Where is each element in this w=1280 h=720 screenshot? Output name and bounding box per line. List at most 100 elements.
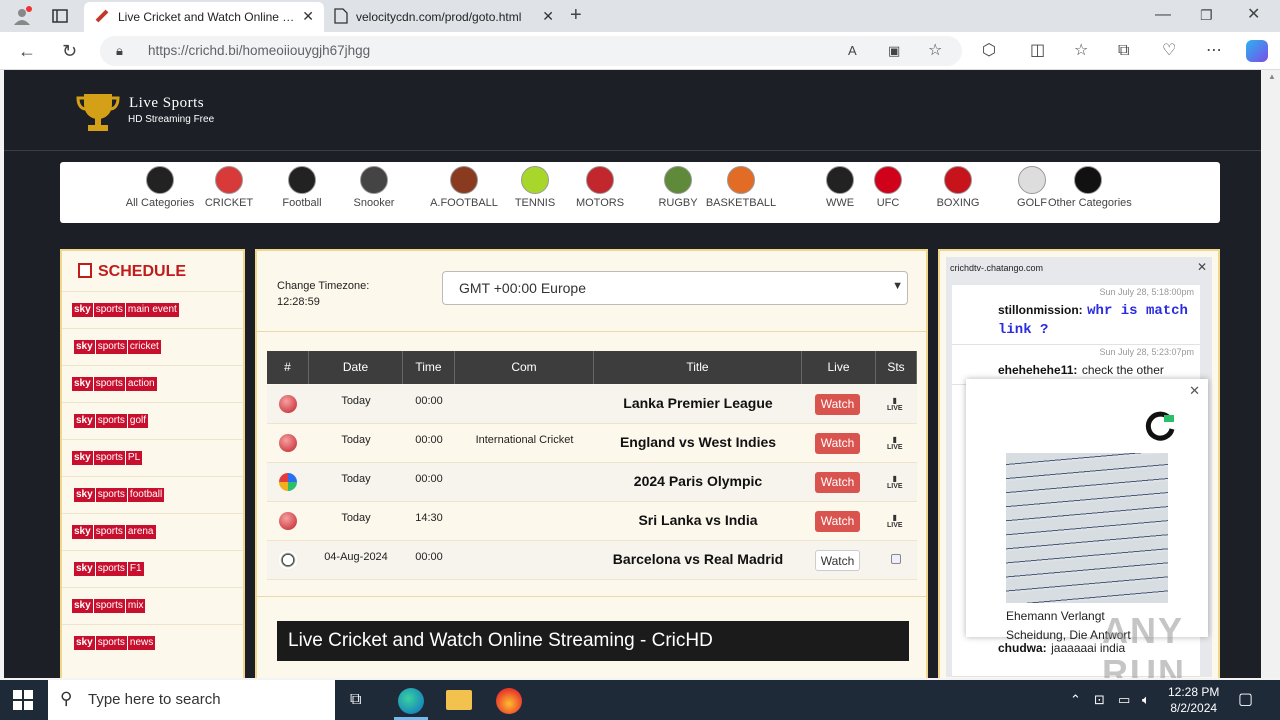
scroll-up-icon[interactable]: ▲ [1268,72,1276,82]
page-icon [334,7,348,27]
message-author[interactable]: ehehehehe11: [998,363,1077,377]
category-all-categories[interactable]: All Categories [120,166,200,209]
category-football[interactable]: Football [262,166,342,209]
date-cell: Today [341,434,371,446]
channel-item[interactable]: sky sports cricket [62,328,243,365]
category-a-football[interactable]: A.FOOTBALL [424,166,504,209]
minimize-icon[interactable]: — [1155,5,1171,25]
live-badge: LIVE [887,483,903,490]
close-window-icon[interactable]: ✕ [1247,5,1260,25]
file-explorer-icon[interactable] [446,690,472,710]
channel-item[interactable]: sky sports arena [62,513,243,550]
tab-velocitycdn[interactable]: velocitycdn.com/prod/goto.html ✕ [326,2,562,32]
close-tab-icon[interactable]: ✕ [302,8,314,25]
category-basketball[interactable]: BASKETBALL [701,166,781,209]
sky-sports-logo: sky sports cricket [74,340,161,354]
ad-caption[interactable]: Ehemann Verlangt [1006,609,1105,623]
taskbar-clock[interactable]: 12:28 PM 8/2/2024 [1168,684,1219,716]
immersive-reader-icon[interactable]: ▣ [888,41,900,61]
copilot-icon[interactable] [1246,40,1268,62]
restore-icon[interactable]: ❐ [1200,5,1213,25]
close-ad-icon[interactable]: ✕ [1189,383,1200,399]
message-author[interactable]: stillonmission: [998,303,1083,317]
channel-item[interactable]: sky sports PL [62,439,243,476]
wifi-icon[interactable]: ▭ [1118,690,1130,710]
channel-item[interactable]: sky sports news [62,624,243,661]
chat-message[interactable]: Sun July 28, 5:18:00pm stillonmission: wh… [952,285,1200,345]
message-author[interactable]: chudwa: [998,641,1047,655]
watch-button[interactable]: Watch [815,433,860,454]
notifications-icon[interactable]: ▢ [1238,690,1253,710]
close-icon[interactable]: ✕ [1197,260,1207,274]
refresh-icon[interactable]: ↻ [62,41,77,61]
cricket-bat-icon [94,8,110,27]
channel-item[interactable]: sky sports F1 [62,550,243,587]
edge-browser-icon[interactable] [398,688,424,714]
ufc-icon [874,166,902,194]
category-ufc[interactable]: UFC [848,166,928,209]
watch-button[interactable]: Watch [815,394,860,415]
golf-ball-icon [1018,166,1046,194]
volume-icon[interactable]: 🔈︎ [1142,690,1150,710]
timezone-select[interactable]: GMT +00:00 Europe ▼ [442,271,908,305]
category-snooker[interactable]: Snooker [334,166,414,209]
category-motors[interactable]: MOTORS [560,166,640,209]
firefox-icon[interactable] [496,688,522,714]
watch-button[interactable]: Watch [815,550,860,571]
category-cricket[interactable]: CRICKET [189,166,269,209]
channel-item[interactable]: sky sports golf [62,402,243,439]
tab-title: velocitycdn.com/prod/goto.html [356,10,522,24]
channel-item[interactable]: sky sports mix [62,587,243,624]
live-badge: LIVE [887,522,903,529]
close-tab-icon[interactable]: ✕ [542,8,554,25]
competition-cell: International Cricket [475,434,574,446]
ad-popup[interactable]: ✕ Ehemann Verlangt Scheidung, Die Antwor… [966,379,1208,642]
network-icon[interactable]: ⊡ [1094,690,1105,710]
split-screen-icon[interactable]: ◫ [1030,41,1045,61]
windows-start-icon[interactable] [13,690,33,716]
settings-more-icon[interactable]: ⋯ [1206,41,1222,61]
channel-item[interactable]: sky sports main event [62,291,243,328]
collections-icon[interactable]: ⧉ [1118,41,1129,61]
watch-button[interactable]: Watch [815,472,860,493]
table-row[interactable]: 04-Aug-2024 00:00 Barcelona vs Real Madrid… [267,541,917,580]
category-label: UFC [876,197,900,209]
tennis-ball-icon [521,166,549,194]
channel-item[interactable]: sky sports football [62,476,243,513]
category-other-categories[interactable]: Other Categories [1048,166,1132,209]
tab-actions-icon[interactable] [50,6,70,32]
favorite-star-icon[interactable]: ☆ [928,41,942,61]
table-row[interactable]: Today 00:00 2024 Paris Olympic Watch ▮ LIVE [267,463,917,502]
lock-icon[interactable]: 🔒︎ [116,41,123,61]
profile-icon[interactable] [12,6,32,32]
watch-button[interactable]: Watch [815,511,860,532]
new-tab-icon[interactable]: + [570,5,582,25]
category-label: TENNIS [514,197,556,209]
site-logo-title[interactable]: Live Sports [129,95,204,112]
sky-sports-logo: sky sports golf [74,414,149,428]
channel-item[interactable]: sky sports action [62,365,243,402]
pending-status-icon [891,554,901,564]
table-row[interactable]: Today 14:30 Sri Lanka vs India Watch ▮ LIVE [267,502,917,541]
task-view-icon[interactable]: ⧉ [350,690,361,710]
basketball-icon [727,166,755,194]
category-boxing[interactable]: BOXING [918,166,998,209]
message-body: ehehehehe11: check the other [998,361,1194,379]
taskbar-search[interactable]: ⚲ Type here to search [48,680,335,720]
clock-date: 8/2/2024 [1170,701,1218,715]
back-icon[interactable]: ← [18,41,36,61]
table-row[interactable]: Today 00:00 Lanka Premier League Watch ▮ LIVE [267,385,917,424]
sky-sports-logo: sky sports mix [72,599,146,613]
extensions-icon[interactable]: ⬡ [982,41,996,61]
browser-essentials-icon[interactable]: ♡ [1162,41,1176,61]
chevron-up-icon[interactable]: ⌃ [1070,690,1081,710]
page-scrollbar[interactable]: ▲ [1262,70,1280,678]
ad-image[interactable] [1006,453,1168,603]
read-aloud-icon[interactable]: A [848,41,857,61]
url-text[interactable]: https://crichd.bi/homeoiiouygjh67jhgg [148,43,370,58]
address-bar[interactable]: 🔒︎ https://crichd.bi/homeoiiouygjh67jhgg… [100,36,962,66]
table-row[interactable]: Today 00:00 International Cricket England v… [267,424,917,463]
favorites-icon[interactable]: ☆ [1074,41,1088,61]
tab-crichd[interactable]: Live Cricket and Watch Online Str ✕ [84,2,324,32]
boxing-glove-icon [944,166,972,194]
